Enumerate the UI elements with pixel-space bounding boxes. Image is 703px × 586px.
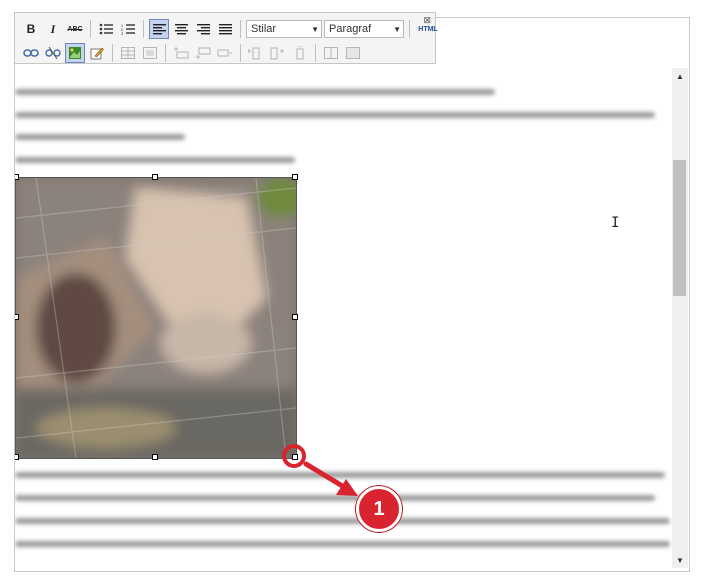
callout-arrow-icon bbox=[303, 461, 358, 496]
step-number-badge: 1 bbox=[356, 486, 402, 532]
